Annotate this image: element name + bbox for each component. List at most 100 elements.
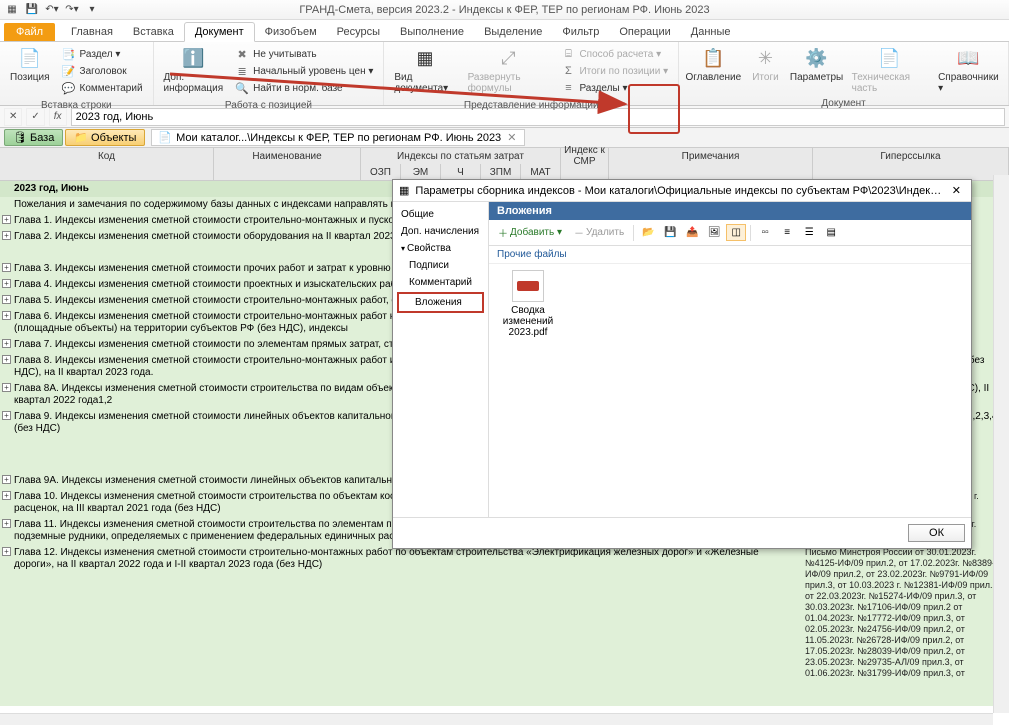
- preview-button[interactable]: 🖼: [704, 224, 724, 241]
- expand-icon[interactable]: +: [2, 475, 11, 484]
- add-button[interactable]: ＋Добавить ▾: [493, 222, 567, 243]
- expand-icon[interactable]: +: [2, 279, 11, 288]
- comment-icon: 💬: [62, 81, 76, 95]
- save-icon[interactable]: 💾: [24, 2, 40, 18]
- sections-icon: ≡: [561, 81, 575, 95]
- expand-icon[interactable]: +: [2, 311, 11, 320]
- findnorm-button[interactable]: 🔍Найти в норм. базе: [231, 80, 377, 96]
- view-small-button[interactable]: ▫▫: [755, 224, 775, 241]
- positiontotals-button[interactable]: ΣИтоги по позиции ▾: [557, 63, 672, 79]
- section-icon: 📑: [62, 47, 76, 61]
- expand-icon[interactable]: +: [2, 355, 11, 364]
- th-zpm: ЗПМ: [481, 164, 521, 180]
- parameters-dialog: ▦ Параметры сборника индексов - Мои ката…: [392, 179, 972, 549]
- undo-icon[interactable]: ↶▾: [44, 2, 60, 18]
- expand-icon[interactable]: +: [2, 547, 11, 556]
- expand-icon[interactable]: +: [2, 411, 11, 420]
- expand-icon[interactable]: +: [2, 339, 11, 348]
- dialog-title: Параметры сборника индексов - Мои катало…: [415, 185, 941, 197]
- position-button[interactable]: 📄Позиция: [4, 44, 56, 85]
- file-label: Сводка изменений 2023.pdf: [495, 305, 561, 338]
- folder-icon: 📁: [74, 131, 88, 144]
- close-icon[interactable]: ✕: [948, 184, 965, 197]
- group-insert-row: Вставка строки: [0, 100, 153, 113]
- open-ext-button[interactable]: 📂: [638, 224, 658, 241]
- sidebar-item-comment[interactable]: Комментарий: [393, 274, 488, 291]
- expand-icon[interactable]: +: [2, 383, 11, 392]
- app-title: ГРАНД-Смета, версия 2023.2 - Индексы к Ф…: [299, 4, 709, 16]
- toc-button[interactable]: 📋Оглавление: [683, 44, 743, 85]
- expand-icon[interactable]: +: [2, 519, 11, 528]
- redo-icon[interactable]: ↷▾: [64, 2, 80, 18]
- ignore-button[interactable]: ✖Не учитывать: [231, 46, 377, 62]
- delete-button[interactable]: －Удалить: [569, 222, 629, 243]
- sidebar-item-attachments[interactable]: Вложения: [397, 292, 484, 313]
- tab-selection[interactable]: Выделение: [474, 23, 552, 41]
- view-list-button[interactable]: ≡: [777, 224, 797, 241]
- header-button[interactable]: 📝Заголовок: [58, 63, 147, 79]
- comment-button[interactable]: 💬Комментарий: [58, 80, 147, 96]
- parameters-button[interactable]: ⚙️Параметры: [787, 44, 845, 85]
- icons-view-button[interactable]: ◫: [726, 224, 746, 241]
- close-tab-button[interactable]: ✕: [505, 131, 518, 144]
- export-button[interactable]: 📤: [682, 224, 702, 241]
- qat-more-icon[interactable]: ▾: [84, 2, 100, 18]
- panel-header: Вложения: [489, 202, 971, 220]
- th-note: Примечания: [609, 148, 813, 164]
- save-attach-button[interactable]: 💾: [660, 224, 680, 241]
- tab-home[interactable]: Главная: [61, 23, 123, 41]
- attachments-toolbar: ＋Добавить ▾ －Удалить 📂 💾 📤 🖼 ◫ ▫▫ ≡ ☰ ▤: [489, 220, 971, 246]
- tab-document[interactable]: Документ: [184, 22, 255, 42]
- sidebar-item-addcharges[interactable]: Доп. начисления: [393, 223, 488, 240]
- sidebar-item-general[interactable]: Общие: [393, 206, 488, 223]
- sections-button[interactable]: ≡Разделы ▾: [557, 80, 672, 96]
- star-icon: ✳: [753, 46, 777, 70]
- vertical-scrollbar[interactable]: [993, 175, 1009, 713]
- expand-icon[interactable]: +: [2, 263, 11, 272]
- th-smr: Индекс к СМР: [561, 148, 609, 164]
- expand-icon[interactable]: +: [2, 491, 11, 500]
- view-details-button[interactable]: ☰: [799, 224, 819, 241]
- files-area[interactable]: Сводка изменений 2023.pdf: [489, 264, 971, 517]
- section-button[interactable]: 📑Раздел ▾: [58, 46, 147, 62]
- sidebar-item-signatures[interactable]: Подписи: [393, 257, 488, 274]
- expand-icon: ⤢: [497, 46, 521, 70]
- tab-insert[interactable]: Вставка: [123, 23, 184, 41]
- expand-formulas-button[interactable]: ⤢Развернуть формулы: [462, 44, 556, 96]
- th-ch: Ч: [441, 164, 481, 180]
- tab-operations[interactable]: Операции: [609, 23, 680, 41]
- tab-physvol[interactable]: Физобъем: [255, 23, 327, 41]
- book-icon: 📖: [956, 46, 980, 70]
- app-icon: ▦: [4, 2, 20, 18]
- objects-button[interactable]: 📁Объекты: [65, 129, 145, 146]
- tab-execution[interactable]: Выполнение: [390, 23, 474, 41]
- pricelevel-button[interactable]: ≣Начальный уровень цен ▾: [231, 63, 377, 79]
- preview-icon: 🖼: [708, 227, 721, 238]
- details-icon: ☰: [805, 227, 814, 238]
- techpart-button[interactable]: 📄Техническая часть: [846, 44, 933, 96]
- expand-icon[interactable]: +: [2, 215, 11, 224]
- dopinfo-button[interactable]: ℹ️Доп. информация: [158, 44, 230, 96]
- view-tiles-button[interactable]: ▤: [821, 224, 841, 241]
- table-row[interactable]: +Глава 12. Индексы изменения сметной сто…: [0, 545, 1009, 681]
- group-presentation: Представление информации: [384, 100, 678, 113]
- pdf-file-item[interactable]: Сводка изменений 2023.pdf: [495, 270, 561, 338]
- base-button[interactable]: 🛢База: [4, 129, 63, 146]
- sidebar-item-properties[interactable]: Свойства: [393, 240, 488, 257]
- tab-filter[interactable]: Фильтр: [552, 23, 609, 41]
- largeicons-icon: ◫: [731, 227, 740, 238]
- reference-button[interactable]: 📖Справочники ▾: [933, 44, 1004, 96]
- docview-button[interactable]: ▦Вид документа▾: [388, 44, 461, 96]
- document-tab[interactable]: 📄 Мои каталог...\Индексы к ФЕР, ТЕР по р…: [151, 129, 525, 146]
- tab-resources[interactable]: Ресурсы: [327, 23, 390, 41]
- horizontal-scrollbar[interactable]: [0, 713, 993, 725]
- file-tab[interactable]: Файл: [4, 23, 55, 41]
- expand-icon[interactable]: +: [2, 231, 11, 240]
- info-icon: ℹ️: [181, 46, 205, 70]
- ok-button[interactable]: ОК: [908, 524, 965, 542]
- minus-icon: －: [574, 225, 584, 240]
- totals-button[interactable]: ✳Итоги: [743, 44, 787, 85]
- calcmethod-button[interactable]: ⌸Способ расчета ▾: [557, 46, 672, 62]
- tab-data[interactable]: Данные: [681, 23, 741, 41]
- expand-icon[interactable]: +: [2, 295, 11, 304]
